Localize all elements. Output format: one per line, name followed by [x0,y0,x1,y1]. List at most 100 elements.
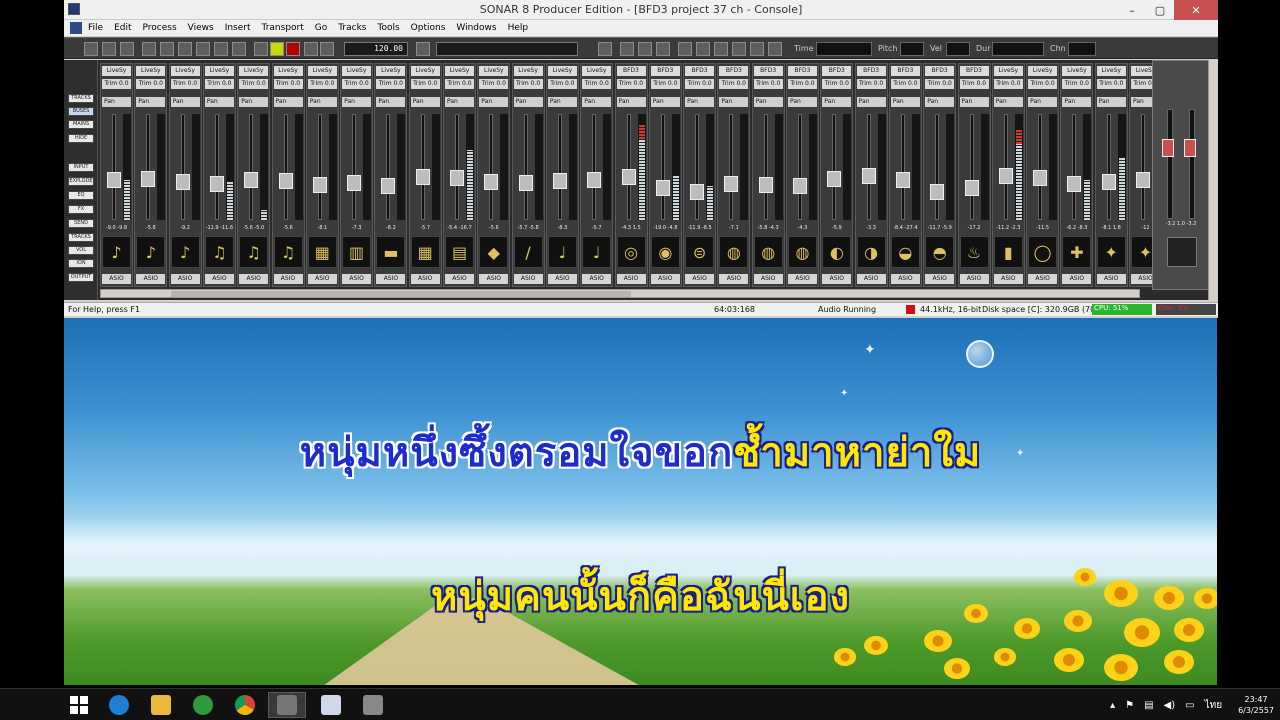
kick-drum-icon[interactable]: ◎ [616,236,646,268]
output-select[interactable]: ASIO [513,274,543,284]
output-select[interactable]: ASIO [719,274,749,284]
output-select[interactable]: ASIO [753,274,783,284]
fader-cap[interactable] [209,176,224,192]
strip-name[interactable]: BFD3 [890,66,920,76]
output-select[interactable]: ASIO [685,274,715,284]
output-select[interactable]: ASIO [582,274,612,284]
document-icon[interactable] [70,22,82,34]
pan-control[interactable]: Pan [788,97,817,107]
volume-fader[interactable] [455,114,459,220]
strip-name[interactable]: BFD3 [685,66,715,76]
tool-icon[interactable] [768,42,782,56]
tool-icon[interactable] [714,42,728,56]
pan-control[interactable]: Pan [273,97,303,107]
volume-fader[interactable] [420,114,425,220]
splash-icon[interactable]: ◓ [925,236,955,268]
stop-button[interactable] [254,42,268,56]
menu-transport[interactable]: Transport [262,23,304,33]
menu-options[interactable]: Options [411,23,446,33]
trim-control[interactable]: Trim 0.0 [993,79,1023,89]
output-select[interactable]: ASIO [890,274,920,284]
volume-fader[interactable] [969,114,974,220]
volume-fader[interactable] [112,114,116,220]
view-icon[interactable] [232,42,246,56]
strings-icon[interactable]: ♫ [239,236,269,268]
harp-icon[interactable]: ♫ [273,236,303,268]
output-select[interactable]: ASIO [856,274,886,284]
fader-cap[interactable] [1136,172,1150,188]
media-icon[interactable] [268,692,306,718]
pan-control[interactable]: Pan [479,97,509,107]
fader-cap[interactable] [861,168,876,184]
scroll-thumb[interactable] [171,291,631,297]
panel-button-explode[interactable]: EXPLODE [68,177,94,186]
trim-control[interactable]: Trim 0.0 [479,79,509,89]
ride-icon[interactable]: ◒ [890,236,920,268]
mixer-icon[interactable] [196,42,210,56]
fader-cap[interactable] [827,171,842,187]
panel-button-mains[interactable]: MAINS [68,120,94,129]
fader-cap[interactable] [450,170,464,186]
strip-name[interactable]: BFD3 [822,66,852,76]
menu-insert[interactable]: Insert [225,23,251,33]
fader-cap[interactable] [518,175,533,191]
fader-cap[interactable] [690,184,705,200]
output-select[interactable]: ASIO [1062,274,1092,284]
pan-control[interactable]: Pan [753,97,783,107]
trim-control[interactable]: Trim 0.0 [582,79,612,89]
trim-control[interactable]: Trim 0.0 [273,79,303,89]
output-select[interactable]: ASIO [959,274,989,284]
acoustic-guitar-icon[interactable]: ♪ [136,236,166,268]
pan-control[interactable]: Pan [719,97,749,107]
pan-control[interactable]: Pan [856,97,886,107]
trim-control[interactable]: Trim 0.0 [513,79,543,89]
metronome-icon[interactable] [320,42,334,56]
panel-button-vol[interactable]: VOL [68,246,94,255]
tambourine-icon[interactable]: ◯ [1028,236,1058,268]
strip-name[interactable]: LiveSy [376,66,406,76]
trim-control[interactable]: Trim 0.0 [204,79,234,89]
notepad-icon[interactable] [312,692,350,718]
strip-name[interactable]: BFD3 [719,66,749,76]
percussion-icon[interactable]: ✦ [1096,236,1126,268]
output-select[interactable]: ASIO [788,274,817,284]
strip-name[interactable]: LiveSy [1096,66,1126,76]
pan-control[interactable]: Pan [1096,97,1126,107]
trim-control[interactable]: Trim 0.0 [170,79,200,89]
internet-explorer-icon[interactable] [100,692,138,718]
vel-field[interactable] [946,42,970,56]
volume-fader[interactable] [798,114,802,220]
h-button[interactable] [678,42,692,56]
file-explorer-icon[interactable] [142,692,180,718]
trim-control[interactable]: Trim 0.0 [102,79,131,89]
room-mic-icon[interactable]: ♨ [959,236,989,268]
pan-control[interactable]: Pan [513,97,543,107]
panel-button-output[interactable]: OUTPUT [68,273,94,282]
organ-icon[interactable]: ▦ [410,236,440,268]
volume-fader[interactable] [1003,114,1008,220]
panel-button-hide[interactable]: HIDE [68,134,94,143]
clarinet-icon[interactable]: / [513,236,543,268]
volume-fader[interactable] [557,114,562,220]
volume-fader[interactable] [660,114,665,220]
play-button[interactable] [270,42,284,56]
volume-fader[interactable] [900,114,905,220]
snap-icon[interactable] [598,42,612,56]
output-select[interactable]: ASIO [273,274,303,284]
pan-control[interactable]: Pan [342,97,372,107]
keyboard-icon[interactable]: ▬ [376,236,406,268]
volume-fader[interactable] [214,114,219,220]
trim-control[interactable]: Trim 0.0 [1096,79,1126,89]
view-icon[interactable] [214,42,228,56]
trim-control[interactable]: Trim 0.0 [307,79,337,89]
strip-name[interactable]: BFD3 [959,66,989,76]
keytar-icon[interactable]: ◆ [479,236,509,268]
strip-name[interactable]: LiveSy [1062,66,1092,76]
fader-cap[interactable] [107,172,121,188]
pan-control[interactable]: Pan [822,97,852,107]
volume-fader[interactable] [626,114,631,220]
volume-fader[interactable] [695,114,700,220]
output-select[interactable]: ASIO [925,274,955,284]
guitar-icon[interactable]: ♪ [102,236,131,268]
minimize-button[interactable]: – [1118,0,1146,20]
